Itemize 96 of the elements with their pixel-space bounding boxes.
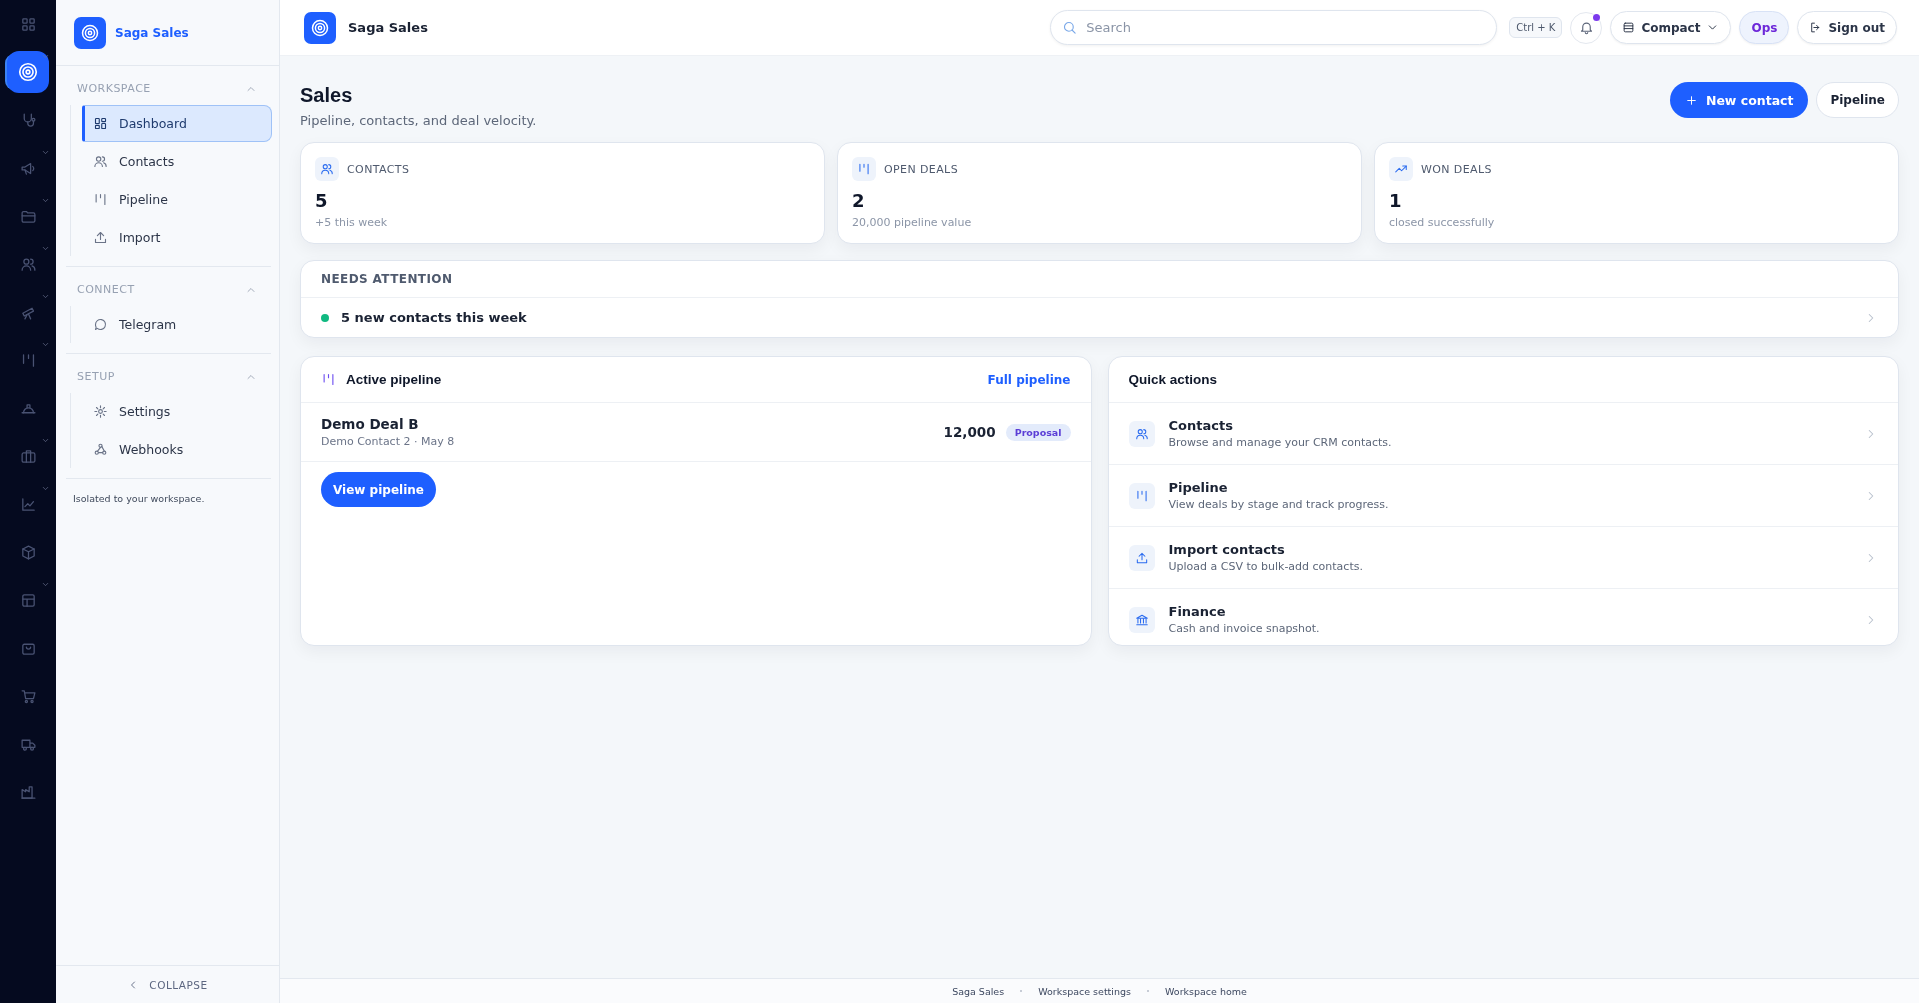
panel-title: Quick actions xyxy=(1128,372,1218,387)
chevron-down-icon xyxy=(41,244,50,253)
section-title: WORKSPACE xyxy=(77,82,151,95)
briefcase-icon xyxy=(19,447,37,465)
footer-link[interactable]: Workspace settings xyxy=(1038,985,1131,997)
columns-icon xyxy=(321,372,336,387)
factory-icon xyxy=(19,783,37,801)
logo-icon xyxy=(74,16,106,49)
cart-icon xyxy=(19,687,37,705)
nav-item[interactable]: Dashboard xyxy=(82,105,272,142)
dashboard-icon xyxy=(93,116,108,131)
bank-icon xyxy=(1134,612,1149,627)
stat-label: WON DEALS xyxy=(1421,162,1492,176)
chevron-down-icon xyxy=(41,148,50,157)
pipeline-button[interactable]: Pipeline xyxy=(1816,82,1899,118)
nav-item[interactable]: Contacts xyxy=(82,143,272,180)
action-description: Browse and manage your CRM contacts. xyxy=(1168,436,1392,449)
shortcut-hint: Ctrl + K xyxy=(1509,17,1563,38)
panel-title: Active pipeline xyxy=(346,372,442,387)
stat-value: 2 xyxy=(852,190,866,211)
plus-icon xyxy=(1684,93,1698,107)
grid-icon xyxy=(19,15,37,33)
action-description: View deals by stage and track progress. xyxy=(1168,498,1389,511)
stat-note: closed successfully xyxy=(1389,216,1496,229)
quick-action[interactable]: Contacts Browse and manage your CRM contacts. xyxy=(1108,403,1898,465)
workspace-button[interactable]: Ops xyxy=(1739,11,1790,44)
webhook-icon xyxy=(93,442,108,457)
chevron-down-icon xyxy=(41,580,50,589)
brand-name: Saga Sales xyxy=(348,20,428,35)
stat-note: +5 this week xyxy=(315,216,389,229)
chevron-down-icon xyxy=(41,52,50,61)
list-icon xyxy=(1622,21,1636,34)
brand-name: Saga Sales xyxy=(115,25,189,40)
action-description: Cash and invoice snapshot. xyxy=(1168,622,1320,635)
deal-meta: Demo Contact 2 · May 8 xyxy=(321,435,456,448)
action-title: Finance xyxy=(1168,604,1227,619)
users-icon xyxy=(1134,426,1149,441)
stat-label: OPEN DEALS xyxy=(884,162,959,176)
density-dropdown[interactable]: Compact xyxy=(1610,11,1732,44)
page-subtitle: Pipeline, contacts, and deal velocity. xyxy=(300,113,537,128)
users-icon xyxy=(93,154,108,169)
stat-value: 1 xyxy=(1389,190,1403,211)
box-icon xyxy=(19,543,37,561)
action-title: Contacts xyxy=(1168,418,1234,433)
stat-note: 20,000 pipeline value xyxy=(852,216,973,229)
chevron-down-icon xyxy=(41,292,50,301)
quick-action[interactable]: Import contacts Upload a CSV to bulk-add contacts. xyxy=(1108,527,1898,589)
footer-link[interactable]: Saga Sales xyxy=(952,985,1005,997)
chart-icon xyxy=(19,495,37,513)
rail-button[interactable] xyxy=(7,51,49,93)
target-icon xyxy=(17,61,39,83)
stage-badge: Proposal xyxy=(1005,423,1071,441)
attention-item[interactable]: 5 new contacts this week xyxy=(301,298,1898,337)
full-pipeline-link[interactable]: Full pipeline xyxy=(987,372,1071,387)
sign-out-button[interactable]: Sign out xyxy=(1797,11,1897,44)
nav-item[interactable]: Webhooks xyxy=(82,431,272,468)
nav-item[interactable]: Pipeline xyxy=(82,181,272,218)
deal-amount: 12,000 xyxy=(943,424,996,440)
quick-action[interactable]: Finance Cash and invoice snapshot. xyxy=(1108,589,1898,645)
section-title: SETUP xyxy=(77,370,115,383)
trend-icon xyxy=(1394,162,1408,176)
columns-icon xyxy=(93,192,108,207)
nav-item[interactable]: Import xyxy=(82,219,272,256)
nav-item[interactable]: Settings xyxy=(82,393,272,430)
search-field[interactable]: Search xyxy=(1050,10,1498,45)
columns-icon xyxy=(857,162,871,176)
upload-icon xyxy=(93,230,108,245)
table-icon xyxy=(19,591,37,609)
chevron-down-icon xyxy=(41,484,50,493)
chevron-down-icon xyxy=(41,436,50,445)
attention-text: 5 new contacts this week xyxy=(341,310,527,325)
users-icon xyxy=(320,162,334,176)
new-contact-button[interactable]: New contact xyxy=(1669,82,1809,118)
panel-title: NEEDS ATTENTION xyxy=(321,272,453,286)
stat-label: CONTACTS xyxy=(347,162,410,176)
section-title: CONNECT xyxy=(77,283,135,296)
stat-value: 5 xyxy=(315,190,329,211)
view-pipeline-button[interactable]: View pipeline xyxy=(321,472,436,507)
workspace-note: Isolated to your workspace. xyxy=(73,493,206,504)
chevron-down-icon xyxy=(41,340,50,349)
logo-icon xyxy=(304,11,336,44)
action-description: Upload a CSV to bulk-add contacts. xyxy=(1168,560,1363,573)
notifications-button[interactable] xyxy=(1570,11,1603,44)
columns-icon xyxy=(1134,488,1149,503)
footer-link[interactable]: Workspace home xyxy=(1165,985,1247,997)
deal-name: Demo Deal B xyxy=(321,416,420,432)
action-title: Import contacts xyxy=(1168,542,1286,557)
settings-icon xyxy=(93,404,108,419)
upload-icon xyxy=(1134,550,1149,565)
quick-action[interactable]: Pipeline View deals by stage and track progress. xyxy=(1108,465,1898,527)
chevron-down-icon xyxy=(41,196,50,205)
chat-bubble-icon xyxy=(93,317,108,332)
page-title: Sales xyxy=(300,84,354,107)
action-title: Pipeline xyxy=(1168,480,1229,495)
nav-item[interactable]: Telegram xyxy=(82,306,272,343)
bell-icon xyxy=(1578,20,1594,35)
